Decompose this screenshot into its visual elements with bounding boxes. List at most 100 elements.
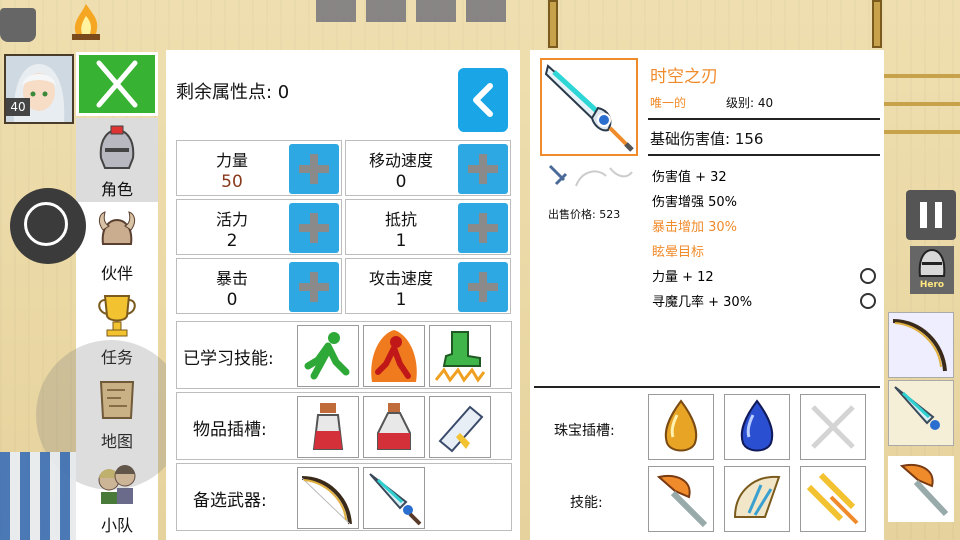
running-figure-icon bbox=[304, 332, 350, 380]
item-slots-label: 物品插槽: bbox=[193, 420, 267, 440]
sapphire-gem-icon bbox=[740, 399, 774, 452]
quick-weapon-slot-2[interactable] bbox=[888, 380, 954, 446]
affix-line: 暴击增加 30% bbox=[652, 220, 738, 235]
nav-label: 小队 bbox=[100, 516, 133, 535]
stat-value: 0 bbox=[395, 172, 407, 192]
winged-boot-icon bbox=[434, 331, 486, 383]
enemy-group-sprites bbox=[316, 0, 512, 22]
backup-weapon-slot-2[interactable] bbox=[363, 467, 425, 529]
stat-value: 1 bbox=[395, 290, 407, 310]
item-name: 时空之刃 bbox=[650, 67, 718, 87]
gem-slot-empty[interactable] bbox=[800, 394, 866, 460]
sword-icon bbox=[894, 386, 940, 430]
stat-name: 移动速度 bbox=[368, 151, 433, 170]
add-resistance-button[interactable] bbox=[458, 203, 508, 253]
affix-line: 眩晕目标 bbox=[652, 245, 705, 260]
stat-value: 0 bbox=[226, 290, 238, 310]
stat-name: 活力 bbox=[215, 210, 248, 229]
item-slot-1[interactable] bbox=[297, 396, 359, 458]
fan-blades-skill-icon bbox=[733, 475, 781, 518]
add-vitality-button[interactable] bbox=[289, 203, 339, 253]
sword-icon bbox=[369, 473, 422, 526]
stat-name: 抵抗 bbox=[384, 210, 417, 229]
gem-slot-1[interactable] bbox=[648, 394, 714, 460]
nav-item-companion[interactable]: 伙伴 bbox=[76, 202, 158, 286]
stat-attack-speed: 攻击速度 1 bbox=[345, 258, 511, 314]
nav-label: 角色 bbox=[100, 180, 133, 199]
skill-slot-fire[interactable] bbox=[363, 325, 425, 387]
chevron-left-icon bbox=[473, 83, 493, 117]
time-blade-sword-icon bbox=[544, 64, 634, 152]
set-item-icons bbox=[546, 162, 636, 192]
skill-slot-dash[interactable] bbox=[297, 325, 359, 387]
red-potion-icon bbox=[312, 403, 344, 450]
item-skills-label: 技能: bbox=[570, 495, 603, 511]
stat-name: 暴击 bbox=[215, 269, 248, 288]
bow-icon bbox=[892, 319, 947, 372]
item-level: 级别: 40 bbox=[726, 96, 774, 110]
red-potion-icon bbox=[377, 403, 411, 450]
pause-button[interactable] bbox=[906, 190, 956, 240]
backup-weapons-row: 备选武器: bbox=[176, 463, 512, 531]
gem-slot-2[interactable] bbox=[724, 394, 790, 460]
fence-right bbox=[884, 66, 960, 158]
item-skill-slot-3[interactable] bbox=[800, 466, 866, 532]
stat-strength: 力量 50 bbox=[176, 140, 342, 196]
add-critical-button[interactable] bbox=[289, 262, 339, 312]
item-skill-slot-2[interactable] bbox=[724, 466, 790, 532]
backup-weapons-label: 备选武器: bbox=[193, 491, 267, 511]
trophy-icon bbox=[98, 295, 136, 337]
village-tent-sprite bbox=[0, 452, 76, 540]
item-slot-3[interactable] bbox=[429, 396, 491, 458]
affix-line: 伤害值 + 32 bbox=[652, 170, 727, 185]
player-level-badge: 40 bbox=[6, 98, 30, 116]
sell-price: 出售价格: 523 bbox=[548, 208, 621, 221]
hero-label: Hero bbox=[919, 280, 945, 290]
stat-critical: 暴击 0 bbox=[176, 258, 342, 314]
hero-button[interactable]: Hero bbox=[910, 246, 954, 294]
quick-skill-slot[interactable] bbox=[888, 456, 954, 522]
stat-resistance: 抵抗 1 bbox=[345, 199, 511, 255]
stat-value: 1 bbox=[395, 231, 407, 251]
add-strength-button[interactable] bbox=[289, 144, 339, 194]
horned-helmet-icon bbox=[98, 211, 136, 245]
divider bbox=[648, 118, 880, 120]
quick-weapon-slot-1[interactable] bbox=[888, 312, 954, 378]
reroll-icon[interactable] bbox=[860, 268, 876, 284]
scroll-icon bbox=[438, 405, 484, 453]
item-slot-2[interactable] bbox=[363, 396, 425, 458]
add-attack-speed-button[interactable] bbox=[458, 262, 508, 312]
anvil-sprite bbox=[0, 8, 36, 42]
reroll-icon[interactable] bbox=[860, 293, 876, 309]
item-rarity: 唯一的 bbox=[650, 96, 687, 110]
fence-post bbox=[872, 0, 882, 48]
divider bbox=[534, 386, 880, 388]
item-image bbox=[540, 58, 638, 156]
close-button[interactable] bbox=[76, 52, 158, 116]
golden-blades-skill-icon bbox=[806, 472, 859, 525]
stat-value: 2 bbox=[226, 231, 238, 251]
flaming-figure-icon bbox=[371, 330, 417, 382]
stat-vitality: 活力 2 bbox=[176, 199, 342, 255]
amber-gem-icon bbox=[664, 399, 698, 452]
skill-slot-boot[interactable] bbox=[429, 325, 491, 387]
nav-item-character[interactable]: 角色 bbox=[76, 118, 158, 202]
axe-skill-icon bbox=[656, 475, 708, 528]
add-move-speed-button[interactable] bbox=[458, 144, 508, 194]
stat-name: 攻击速度 bbox=[368, 269, 433, 288]
remaining-points-label: 剩余属性点: 0 bbox=[176, 82, 290, 103]
divider bbox=[648, 154, 880, 156]
back-button[interactable] bbox=[458, 68, 508, 132]
gem-slots-label: 珠宝插槽: bbox=[554, 423, 615, 439]
stat-move-speed: 移动速度 0 bbox=[345, 140, 511, 196]
item-skill-slot-1[interactable] bbox=[648, 466, 714, 532]
learned-skills-row: 已学习技能: bbox=[176, 321, 512, 389]
hero-helmet-icon bbox=[918, 248, 946, 277]
affix-line: 力量 + 12 bbox=[652, 270, 714, 285]
backup-weapon-slot-1[interactable] bbox=[297, 467, 359, 529]
fence-post bbox=[548, 0, 558, 48]
stat-value: 50 bbox=[221, 172, 243, 192]
axe-skill-icon bbox=[899, 464, 949, 517]
close-icon bbox=[96, 60, 138, 108]
pause-icon bbox=[920, 202, 942, 228]
